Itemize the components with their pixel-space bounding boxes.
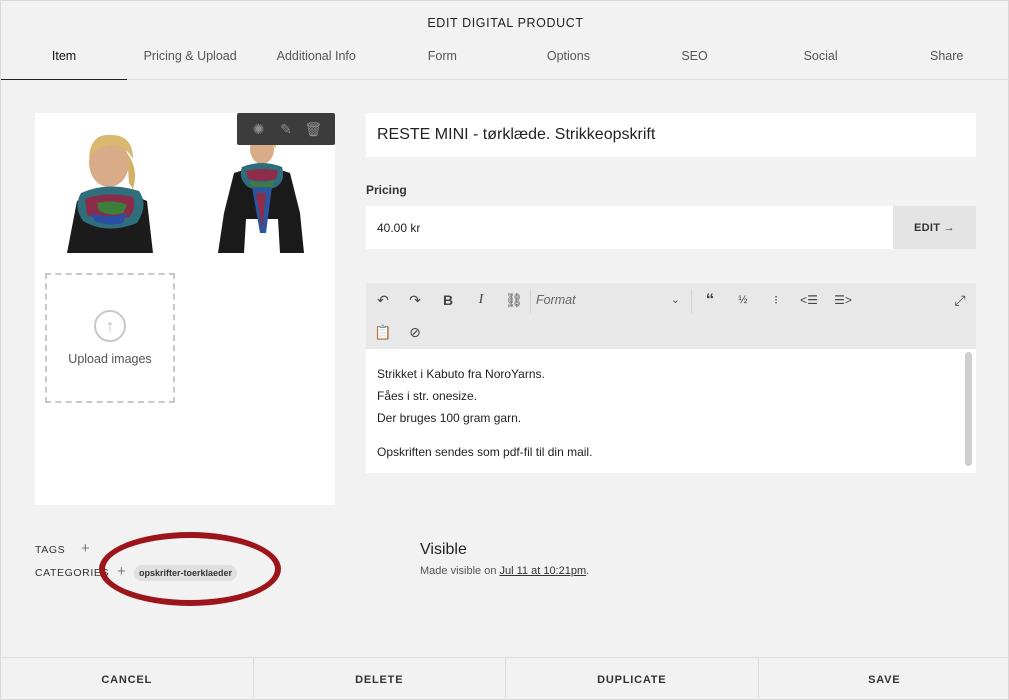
tab-additional-info[interactable]: Additional Info — [253, 41, 379, 79]
footer-actions: CANCEL DELETE DUPLICATE SAVE — [1, 657, 1009, 700]
redo-icon[interactable]: ↷ — [404, 289, 426, 311]
pricing-label: Pricing — [366, 183, 407, 197]
price-row: 40.00 kr EDIT → — [366, 206, 976, 249]
dialog-title: EDIT DIGITAL PRODUCT — [427, 16, 584, 30]
bullet-list-icon[interactable]: ⁝ — [765, 289, 787, 311]
editor-content[interactable]: Strikket i Kabuto fra NoroYarns. Fåes i … — [366, 349, 976, 477]
toolbar-divider — [530, 289, 531, 313]
tab-pricing-upload[interactable]: Pricing & Upload — [127, 41, 253, 79]
product-image-1[interactable] — [67, 123, 153, 253]
visibility-date-link[interactable]: Jul 11 at 10:21pm — [500, 565, 587, 577]
tab-item[interactable]: Item — [1, 41, 128, 80]
tab-share[interactable]: Share — [884, 41, 1009, 79]
italic-icon[interactable]: I — [470, 289, 492, 311]
add-tag-plus-icon[interactable]: + — [81, 540, 90, 557]
description-line: Der bruges 100 gram garn. — [377, 411, 522, 425]
edit-product-dialog: EDIT DIGITAL PRODUCT Item Pricing & Uplo… — [0, 0, 1009, 700]
paste-icon[interactable]: 📋 — [372, 321, 394, 343]
editor-toolbar: ↶ ↷ B I ⛓ Format ⌄ “ ½ ⁝ <☰ ☰> ⤢ 📋 ⊘ — [366, 283, 976, 349]
trash-icon[interactable]: 🗑 — [303, 121, 323, 138]
expand-icon[interactable]: ⤢ — [949, 289, 971, 311]
image-toolbar: ✺ ✎ 🗑 — [237, 113, 335, 145]
editor-scrollbar[interactable] — [965, 352, 972, 466]
clear-format-icon[interactable]: ⊘ — [404, 321, 426, 343]
category-chip[interactable]: opskrifter-toerklaeder — [134, 565, 238, 581]
visibility-suffix: . — [586, 565, 590, 577]
edit-price-button[interactable]: EDIT → — [893, 206, 976, 249]
cancel-button[interactable]: CANCEL — [1, 658, 254, 700]
delete-button[interactable]: DELETE — [254, 658, 506, 700]
visibility-prefix: Made visible on — [420, 565, 500, 577]
pencil-icon[interactable]: ✎ — [276, 121, 296, 138]
upload-images-button[interactable]: ↑ Upload images — [45, 273, 175, 403]
product-title-input[interactable]: RESTE MINI - tørklæde. Strikkeopskrift — [366, 113, 976, 157]
image-panel: ✺ ✎ 🗑 ↑ Upload images — [35, 113, 335, 505]
upload-label: Upload images — [68, 352, 152, 366]
tab-options[interactable]: Options — [505, 41, 631, 79]
add-category-plus-icon[interactable]: + — [117, 563, 126, 580]
bold-icon[interactable]: B — [437, 289, 459, 311]
outdent-icon[interactable]: <☰ — [798, 289, 820, 311]
format-label: Format — [536, 293, 576, 307]
tab-form[interactable]: Form — [379, 41, 505, 79]
indent-icon[interactable]: ☰> — [832, 289, 854, 311]
visibility-status[interactable]: Visible — [420, 541, 467, 559]
categories-label: CATEGORIES — [35, 567, 110, 579]
format-dropdown[interactable]: Format ⌄ — [536, 289, 686, 311]
tab-seo[interactable]: SEO — [631, 41, 757, 79]
description-line: Strikket i Kabuto fra NoroYarns. — [377, 367, 545, 381]
blockquote-icon[interactable]: “ — [699, 289, 721, 311]
description-line: Opskriften sendes som pdf-fil til din ma… — [377, 445, 593, 459]
description-line: Fåes i str. onesize. — [377, 389, 478, 403]
visibility-detail: Made visible on Jul 11 at 10:21pm. — [420, 565, 589, 577]
chevron-down-icon: ⌄ — [670, 294, 680, 306]
upload-arrow-icon: ↑ — [94, 310, 126, 342]
link-icon[interactable]: ⛓ — [503, 289, 525, 311]
numbered-list-icon[interactable]: ½ — [732, 289, 754, 311]
save-button[interactable]: SAVE — [759, 658, 1009, 700]
settings-icon[interactable]: ✺ — [249, 121, 269, 138]
toolbar-divider — [691, 289, 692, 313]
tags-label: TAGS — [35, 544, 66, 556]
duplicate-button[interactable]: DUPLICATE — [506, 658, 759, 700]
tab-social[interactable]: Social — [758, 41, 884, 79]
tab-bar: Item Pricing & Upload Additional Info Fo… — [1, 41, 1009, 80]
price-value: 40.00 kr — [377, 221, 421, 235]
description-editor: ↶ ↷ B I ⛓ Format ⌄ “ ½ ⁝ <☰ ☰> ⤢ 📋 ⊘ Str… — [366, 283, 976, 473]
undo-icon[interactable]: ↶ — [372, 289, 394, 311]
